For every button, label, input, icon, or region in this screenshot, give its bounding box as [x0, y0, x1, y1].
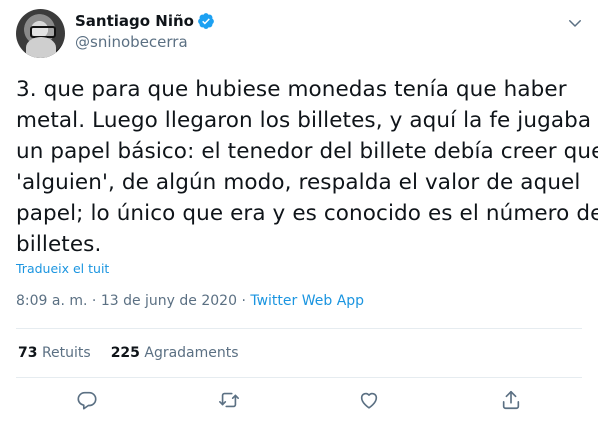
share-icon[interactable]	[500, 389, 522, 411]
retweets-count: 73	[18, 345, 38, 361]
reply-icon[interactable]	[76, 389, 98, 411]
heart-icon[interactable]	[358, 389, 380, 411]
tweet-text: 3. que para que hubiese monedas tenía qu…	[16, 74, 598, 260]
tweet-text-line: papel; lo único que era y es conocido es…	[16, 201, 598, 226]
likes-stat[interactable]: 225 Agradaments	[111, 345, 239, 361]
tweet-meta: 8:09 a. m. · 13 de juny de 2020 · Twitte…	[16, 293, 364, 309]
tweet-text-line: billetes.	[16, 232, 102, 257]
tweet-stats: 73 Retuits 225 Agradaments	[18, 345, 239, 361]
meta-separator: ·	[91, 293, 97, 309]
author-name[interactable]: Santiago Niño	[75, 12, 194, 30]
tweet-text-line: 'alguien', de algún modo, respalda el va…	[16, 170, 581, 195]
meta-separator: ·	[241, 293, 246, 309]
tweet-card: Santiago Niño @sninobecerra 3. que para …	[0, 0, 598, 426]
retweets-label: Retuits	[41, 345, 91, 361]
divider	[16, 328, 582, 329]
translate-tweet-link[interactable]: Tradueix el tuit	[16, 261, 109, 276]
retweet-icon[interactable]	[218, 389, 240, 411]
retweets-stat[interactable]: 73 Retuits	[18, 345, 91, 361]
tweet-date[interactable]: 13 de juny de 2020	[101, 293, 237, 309]
likes-count: 225	[110, 345, 140, 361]
tweet-text-line: metal. Luego llegaron los billetes, y aq…	[16, 108, 592, 133]
tweet-time[interactable]: 8:09 a. m.	[16, 293, 87, 309]
likes-label: Agradaments	[144, 345, 239, 361]
author-name-row: Santiago Niño	[75, 12, 215, 30]
author-block: Santiago Niño @sninobecerra	[75, 12, 215, 51]
tweet-text-line: 3. que para que hubiese monedas tenía qu…	[16, 77, 567, 102]
verified-badge-icon	[197, 12, 215, 30]
action-bar	[0, 389, 598, 415]
author-handle[interactable]: @sninobecerra	[75, 33, 215, 51]
tweet-text-line: un papel básico: el tenedor del billete …	[16, 139, 598, 164]
avatar[interactable]	[16, 9, 65, 58]
divider	[16, 377, 582, 378]
tweet-source-app[interactable]: Twitter Web App	[250, 293, 364, 309]
chevron-down-icon[interactable]	[566, 14, 584, 32]
